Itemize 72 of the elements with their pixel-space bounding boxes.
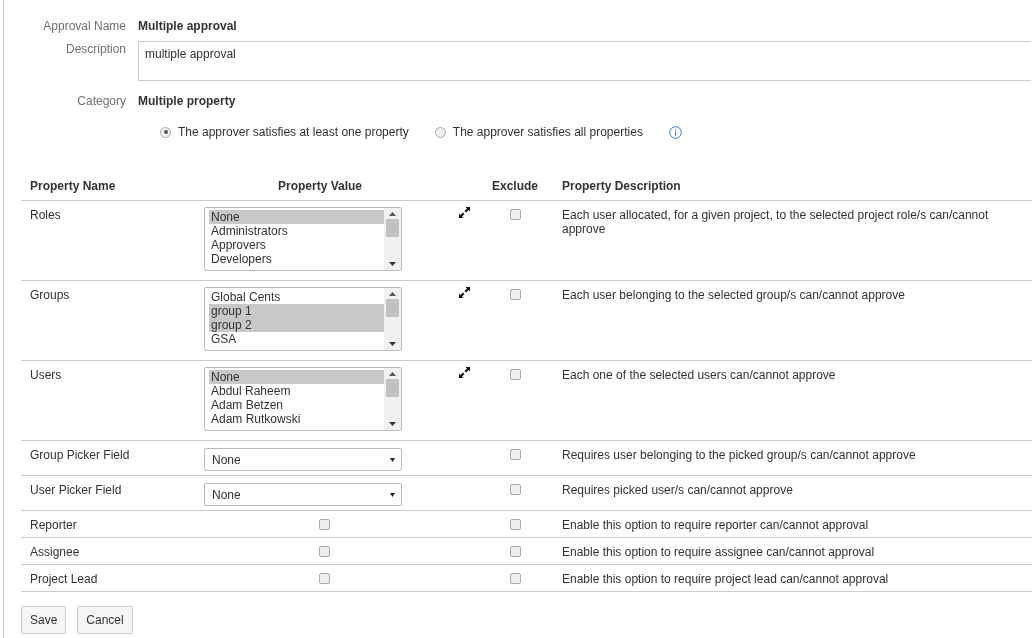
- property-description: Enable this option to require reporter can/cannot approval: [561, 517, 870, 532]
- list-option[interactable]: Global Cents: [209, 290, 384, 304]
- multi-select-list[interactable]: None Administrators Approvers Developers: [204, 207, 402, 271]
- list-option[interactable]: Abdul Raheem: [209, 384, 384, 398]
- property-description: Requires user belonging to the picked group/s can/cannot approve: [561, 447, 917, 462]
- scroll-up-icon[interactable]: [389, 372, 396, 376]
- scroll-down-icon[interactable]: [389, 262, 396, 266]
- field-label: Description: [64, 41, 127, 57]
- column-header: Property Description: [561, 179, 682, 193]
- exclude-checkbox[interactable]: [509, 449, 521, 460]
- radio-button[interactable]: [434, 126, 446, 138]
- exclude-checkbox[interactable]: [509, 484, 521, 495]
- cancel-button[interactable]: Cancel: [77, 606, 133, 634]
- caret-icon: [390, 492, 395, 497]
- property-description: Requires picked user/s can/cannot approve: [561, 482, 794, 497]
- radio-button[interactable]: [160, 126, 171, 138]
- expand-icon[interactable]: [458, 367, 470, 378]
- info-icon[interactable]: [668, 125, 682, 139]
- radio-label: The approver satisfies all properties: [452, 125, 643, 139]
- property-description: Each user allocated, for a given project, to the selected project role/s can/cannot approve: [561, 207, 990, 236]
- list-option[interactable]: Approvers: [209, 238, 384, 252]
- list-option[interactable]: None: [209, 370, 384, 384]
- property-name: Roles: [30, 207, 62, 222]
- save-button[interactable]: Save: [21, 606, 67, 634]
- description-field[interactable]: multiple approval: [138, 41, 1031, 81]
- property-name: Users: [30, 367, 63, 382]
- exclude-checkbox[interactable]: [509, 573, 521, 584]
- approval-name-value: Multiple approval: [138, 18, 237, 34]
- list-option[interactable]: None: [209, 210, 384, 224]
- dropdown[interactable]: None: [204, 483, 402, 506]
- scroll-down-icon[interactable]: [389, 422, 396, 426]
- expand-icon[interactable]: [458, 207, 470, 218]
- column-header: Exclude: [491, 179, 539, 193]
- property-name: Assignee: [30, 544, 81, 559]
- property-name: Project Lead: [30, 571, 99, 586]
- exclude-checkbox[interactable]: [509, 546, 521, 557]
- exclude-checkbox[interactable]: [509, 369, 521, 380]
- property-name: User Picker Field: [30, 482, 123, 497]
- dropdown[interactable]: None: [204, 448, 402, 471]
- property-description: Each one of the selected users can/cannot approve: [561, 367, 837, 382]
- list-option[interactable]: GSA: [209, 332, 384, 346]
- exclude-checkbox[interactable]: [509, 289, 521, 300]
- field-label: Approval Name: [42, 18, 127, 34]
- exclude-checkbox[interactable]: [509, 209, 521, 220]
- scroll-up-icon[interactable]: [389, 212, 396, 216]
- list-option[interactable]: Adam Rutkowski: [209, 412, 384, 426]
- scroll-down-icon[interactable]: [389, 342, 396, 346]
- property-name: Groups: [30, 287, 71, 302]
- multi-select-list[interactable]: None Abdul Raheem Adam Betzen Adam Rutkowski: [204, 367, 402, 431]
- checkbox[interactable]: [319, 573, 330, 584]
- column-header: Property Name: [30, 179, 117, 193]
- list-option[interactable]: Developers: [209, 252, 384, 266]
- list-option[interactable]: Administrators: [209, 224, 384, 238]
- scroll-up-icon[interactable]: [389, 292, 396, 296]
- caret-icon: [390, 457, 395, 462]
- multi-select-list[interactable]: Global Cents group 1 group 2 GSA: [204, 287, 402, 351]
- property-name: Reporter: [30, 517, 78, 532]
- property-description: Enable this option to require project lead can/cannot approval: [561, 571, 890, 586]
- exclude-checkbox[interactable]: [509, 519, 521, 530]
- list-option[interactable]: Adam Betzen: [209, 398, 384, 412]
- radio-label: The approver satisfies at least one property: [178, 125, 409, 139]
- checkbox[interactable]: [319, 519, 330, 530]
- property-description: Enable this option to require assignee can/cannot approval: [561, 544, 876, 559]
- field-label: Category: [76, 93, 127, 109]
- list-option[interactable]: group 2: [209, 318, 384, 332]
- checkbox[interactable]: [319, 546, 330, 557]
- expand-icon[interactable]: [458, 287, 470, 298]
- property-name: Group Picker Field: [30, 447, 131, 462]
- list-option[interactable]: group 1: [209, 304, 384, 318]
- column-header: Property Value: [276, 179, 363, 193]
- category-value: Multiple property: [138, 93, 236, 109]
- property-description: Each user belonging to the selected group/s can/cannot approve: [561, 287, 906, 302]
